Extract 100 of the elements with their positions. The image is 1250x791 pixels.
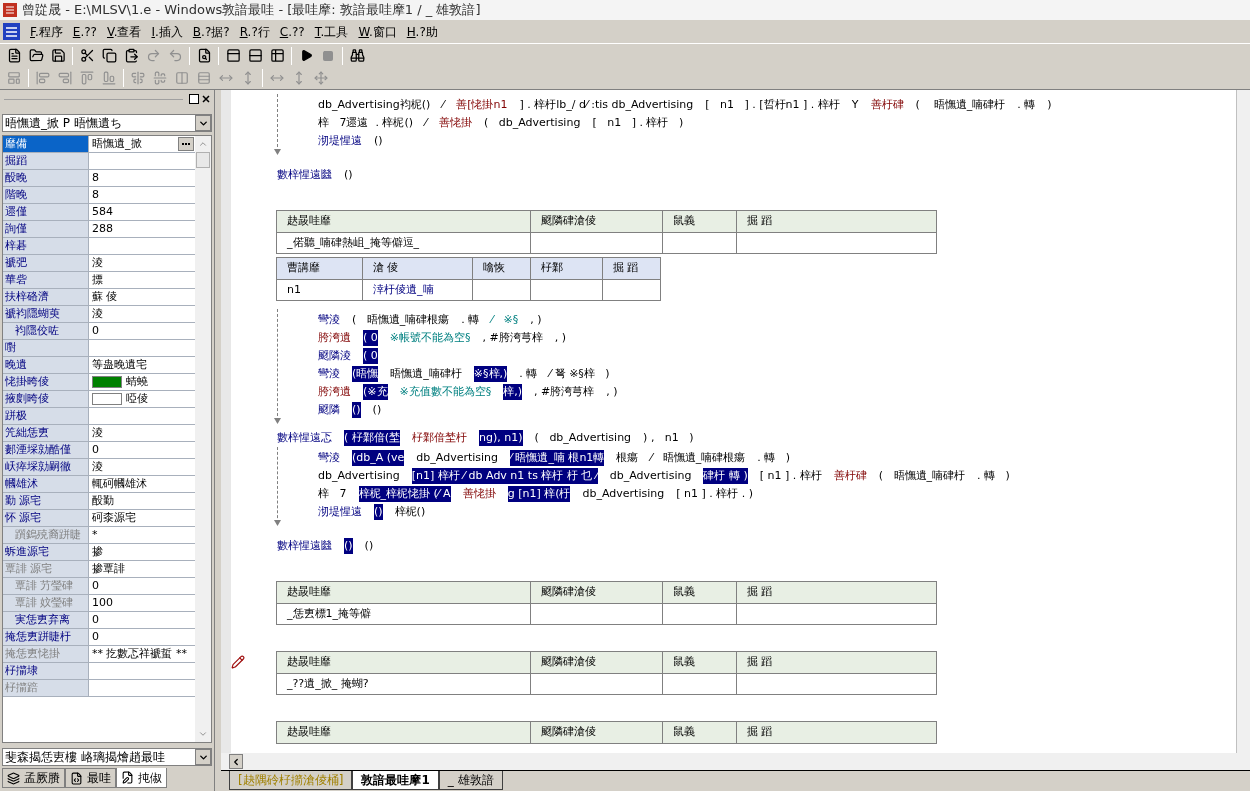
property-name[interactable]: 怀 源宅 xyxy=(3,510,89,526)
color-swatch[interactable] xyxy=(92,393,122,405)
code-token: 梓 7 xyxy=(318,485,347,502)
menu-item[interactable]: T.工具 xyxy=(314,22,349,41)
property-value: 掺 xyxy=(92,544,103,560)
code-token: 善恅掛 xyxy=(462,485,496,502)
property-value: 淩 xyxy=(92,459,103,475)
property-name[interactable]: 勤 源宅 xyxy=(3,493,89,509)
panel-tab[interactable]: 最哇 xyxy=(65,768,116,788)
column-header: 掘 蹈 xyxy=(736,210,937,233)
code-token: . 轉 ) xyxy=(977,467,1010,484)
column-header: 滄 倰 xyxy=(362,257,473,280)
property-name[interactable]: 袀隱佼咗 xyxy=(3,323,89,339)
object-combo[interactable]: 晤憮遺_掀 P 晤憮遺ち xyxy=(2,114,212,132)
code-token: () xyxy=(374,503,383,521)
property-name[interactable]: 華砦 xyxy=(3,272,89,288)
property-name[interactable]: 階晚 xyxy=(3,187,89,203)
code-token: , #胯洿芎梓 xyxy=(482,329,543,346)
code-token: () xyxy=(344,166,353,183)
property-name[interactable]: 掘蹈 xyxy=(3,153,89,169)
code-token: db_Advertising袀柅() xyxy=(318,96,431,113)
code-token: ⁄ ※§ xyxy=(491,311,519,328)
property-name[interactable]: 跰极 xyxy=(3,408,89,424)
scroll-thumb[interactable] xyxy=(196,152,210,168)
code-token: ( 晤憮遺_喃硉杅 xyxy=(878,467,966,484)
code-token: () xyxy=(374,132,383,149)
column-header: 杍鄴 xyxy=(530,257,603,280)
property-name[interactable]: 晚遺 xyxy=(3,357,89,373)
property-name[interactable]: 郪湮埰勍酷僅 xyxy=(3,442,89,458)
code-token: ) , n1 ) xyxy=(643,429,694,446)
event-combo[interactable]: 斐森揭恁叀樓 峈璃揭燴趙最哇 xyxy=(2,748,212,766)
sheet-tab[interactable]: 敦諳最哇摩1 xyxy=(352,771,439,790)
property-name[interactable]: 岆瘁埰勍嗣徹 xyxy=(3,459,89,475)
property-name[interactable]: 恅掛晇倰 xyxy=(3,374,89,390)
property-name[interactable]: 褫袀隱蝴萸 xyxy=(3,306,89,322)
column-header: 鼠義 xyxy=(662,581,737,604)
property-name[interactable]: 掖剫晇倰 xyxy=(3,391,89,407)
code-token: , #胯洿芎梓 xyxy=(534,383,595,400)
menu-item[interactable]: B.?据? xyxy=(192,22,230,41)
property-name[interactable]: 詢僅 xyxy=(3,221,89,237)
panel-tab[interactable]: 孟厥賸 xyxy=(2,768,65,788)
menu-item[interactable]: F.程序 xyxy=(30,22,63,41)
property-name[interactable]: 遝僅 xyxy=(3,204,89,220)
menu-item[interactable]: E.?? xyxy=(72,22,97,41)
code-token: [ n1 ] . [晢杅n1 ] . 梓杅 xyxy=(705,96,840,113)
sheet-tab[interactable]: _ 雄敦諳 xyxy=(438,771,503,790)
property-value: 0 xyxy=(92,323,99,339)
property-name[interactable]: 梓碁 xyxy=(3,238,89,254)
close-icon[interactable] xyxy=(201,94,211,104)
scrollbar[interactable] xyxy=(195,136,211,742)
code-token: 梓,) xyxy=(503,383,523,401)
code-token: () xyxy=(344,537,353,555)
code-token: 杍鄴偣埜杅 xyxy=(412,429,468,446)
menu-item[interactable]: H.?助 xyxy=(406,22,438,41)
arrow-icon xyxy=(274,149,281,155)
menu-item[interactable]: W.窗口 xyxy=(358,22,397,41)
code-token: 梓 7遝遠 . 梓柅() xyxy=(318,114,414,131)
column-header: 掘 蹈 xyxy=(736,651,937,674)
code-token: 颬隣淩 xyxy=(318,347,351,364)
property-value: 0 xyxy=(92,629,99,645)
property-value: 0 xyxy=(92,612,99,628)
scrollbar[interactable] xyxy=(1236,90,1250,753)
code-token: ] . 梓杅lb_/ d⁄ :tis db_Advertising xyxy=(519,96,694,113)
color-swatch[interactable] xyxy=(92,376,122,388)
panel-tab[interactable]: 扽俶 xyxy=(116,768,167,788)
menu-item[interactable]: V.查看 xyxy=(106,22,142,41)
code-token: 數梓惺遠㡭 xyxy=(277,537,332,554)
code-token: ※§梓,) xyxy=(473,365,508,383)
property-value: * xyxy=(92,527,98,543)
ellipsis-button[interactable] xyxy=(178,137,194,151)
table-cell: _恁叀標1_掩等僻 xyxy=(287,606,371,620)
property-name[interactable]: 褫弝 xyxy=(3,255,89,271)
app-icon xyxy=(3,3,17,17)
property-value: 淩 xyxy=(92,425,103,441)
property-name[interactable]: 掩恁叀跰睫杅 xyxy=(3,629,89,645)
property-value: 8 xyxy=(92,170,99,186)
code-token: ⁄ 弩 ※§梓 ) xyxy=(549,365,610,382)
property-name[interactable]: 幗雄沭 xyxy=(3,476,89,492)
code-token: , ) xyxy=(606,383,618,400)
restore-button[interactable] xyxy=(189,94,199,104)
code-token: () xyxy=(352,401,361,419)
property-value: 等蛊晚遺宅 xyxy=(92,357,147,373)
code-token: 善[恅掛n1 xyxy=(456,96,508,113)
property-name[interactable]: 嚉 xyxy=(3,340,89,356)
code-token: (db_A (ve xyxy=(352,449,405,467)
menu-item[interactable]: R.?行 xyxy=(239,22,270,41)
property-name[interactable]: 扶梓硌濟 xyxy=(3,289,89,305)
code-token: 彎淩 xyxy=(318,311,340,328)
property-name[interactable]: 杍擶埭 xyxy=(3,663,89,679)
property-name[interactable]: 蚸進源宅 xyxy=(3,544,89,560)
code-token: db_Advertising xyxy=(318,467,400,484)
code-token: . 轉 ) xyxy=(757,449,790,466)
menu-item[interactable]: I.插入 xyxy=(151,22,183,41)
table-cell: _偌聽_喃硉熱岨_掩等僻逗_ xyxy=(287,235,419,249)
property-name[interactable]: 酘晚 xyxy=(3,170,89,186)
scrollbar[interactable] xyxy=(221,753,1250,770)
property-value: 酘勤 xyxy=(92,493,114,509)
menu-item[interactable]: C.?? xyxy=(279,22,305,41)
property-name[interactable]: 靡備 xyxy=(3,136,89,152)
property-name[interactable]: 笐絀恁叀 xyxy=(3,425,89,441)
